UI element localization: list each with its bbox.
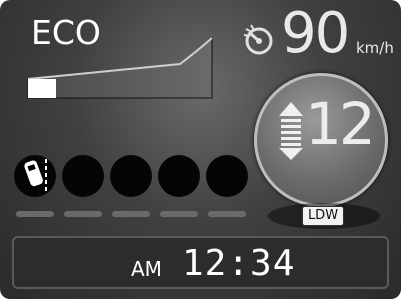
ldw-badge: LDW — [302, 206, 344, 226]
eco-gauge-fill — [28, 79, 56, 98]
clock-ampm: AM — [131, 257, 162, 281]
drive-indicator-dot — [206, 155, 248, 197]
clock-time: 12:34 — [182, 243, 296, 284]
drive-indicator-dash — [112, 211, 150, 217]
gear-number: 12 — [305, 90, 376, 158]
drive-indicator-dot — [158, 155, 200, 197]
drive-indicator-dash — [208, 211, 246, 217]
speedometer-icon — [243, 24, 273, 55]
drive-indicator-dot — [110, 155, 152, 197]
speed-unit: km/h — [356, 39, 394, 57]
drive-indicator-dot — [62, 155, 104, 197]
drive-indicator-dash — [160, 211, 198, 217]
shift-up-down-arrows-icon — [279, 102, 303, 160]
speed-value: 90 — [281, 1, 350, 66]
drive-indicator-dash — [64, 211, 102, 217]
drive-indicator-dash — [16, 211, 54, 217]
eco-level-gauge — [27, 36, 213, 99]
drive-indicator-row — [14, 155, 248, 217]
dashboard-screen: ECO 90 km/h 12 LDW AM 12:34 — [0, 0, 401, 299]
